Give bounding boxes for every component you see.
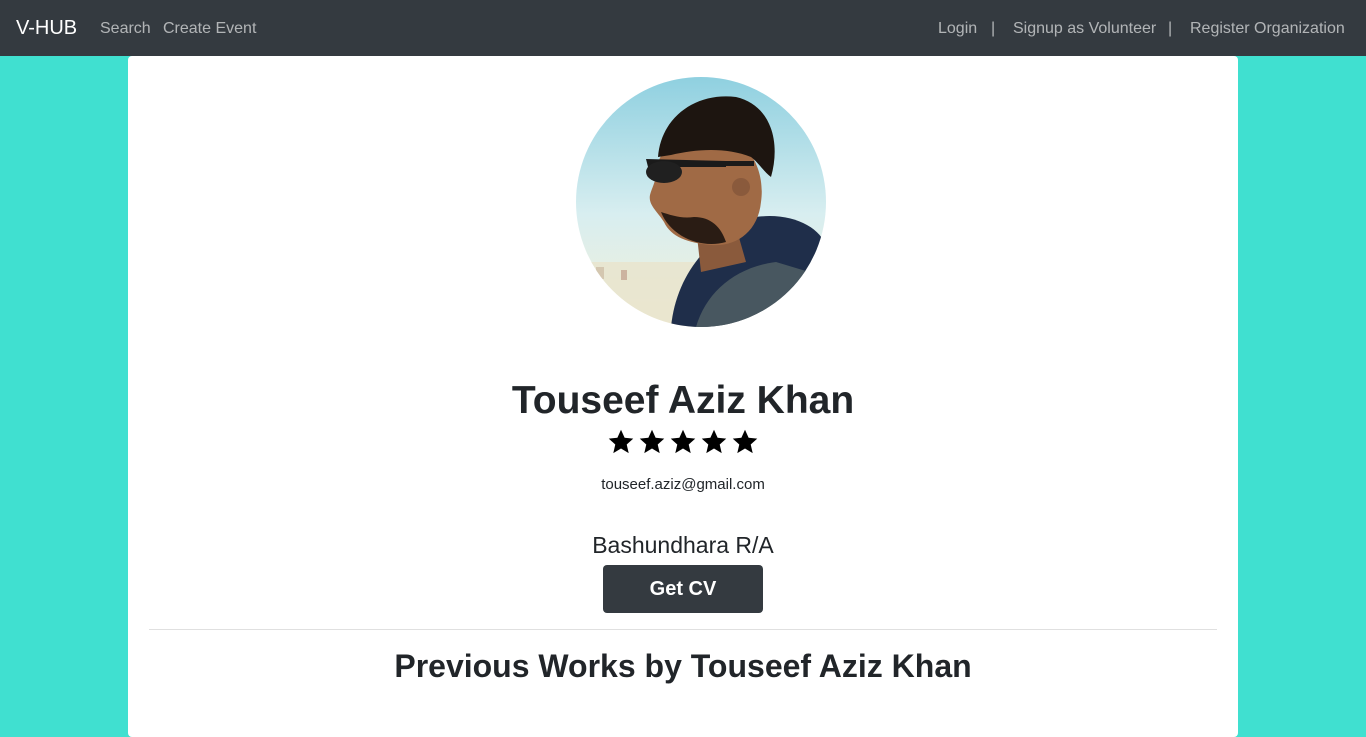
nav-search-link[interactable]: Search bbox=[100, 19, 151, 39]
brand-logo-link[interactable]: V-HUB bbox=[16, 16, 77, 40]
avatar bbox=[576, 77, 826, 327]
profile-photo-icon bbox=[576, 77, 826, 327]
star-icon bbox=[639, 429, 665, 454]
nav-separator: | bbox=[1168, 20, 1173, 37]
profile-location: Bashundhara R/A bbox=[592, 532, 774, 558]
get-cv-button[interactable]: Get CV bbox=[603, 565, 763, 613]
nav-login-link[interactable]: Login bbox=[938, 19, 977, 39]
nav-separator: | bbox=[991, 20, 996, 37]
star-icon bbox=[670, 429, 696, 454]
previous-works-title: Previous Works by Touseef Aziz Khan bbox=[394, 648, 972, 684]
star-icon bbox=[732, 429, 758, 454]
profile-email: touseef.aziz@gmail.com bbox=[601, 476, 765, 493]
star-icon bbox=[701, 429, 727, 454]
section-divider bbox=[149, 629, 1217, 630]
nav-signup-volunteer-link[interactable]: Signup as Volunteer bbox=[1013, 19, 1156, 39]
nav-create-event-link[interactable]: Create Event bbox=[163, 19, 256, 39]
top-navbar: V-HUB Search Create Event Login | Signup… bbox=[0, 0, 1366, 56]
star-rating bbox=[607, 428, 759, 458]
star-icon bbox=[608, 429, 634, 454]
nav-register-organization-link[interactable]: Register Organization bbox=[1190, 19, 1345, 39]
profile-card: Touseef Aziz Khan touseef.aziz@gmail.com… bbox=[128, 56, 1238, 737]
profile-name: Touseef Aziz Khan bbox=[511, 379, 855, 422]
